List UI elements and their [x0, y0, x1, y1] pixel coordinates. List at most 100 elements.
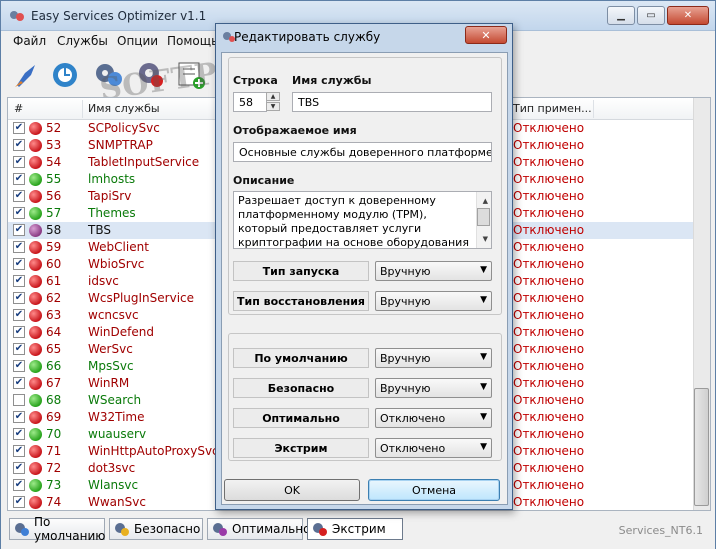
status-red-icon — [29, 292, 42, 305]
display-name-input[interactable]: Основные службы доверенного платформенно… — [233, 142, 492, 162]
row-checkbox[interactable]: ✔ — [13, 258, 25, 270]
scrollbar-thumb[interactable] — [694, 388, 709, 506]
row-checkbox[interactable]: ✔ — [13, 496, 25, 508]
rocket-icon[interactable] — [11, 59, 43, 91]
menu-help[interactable]: Помощь — [167, 34, 218, 48]
service-name-label: Имя службы — [292, 74, 372, 87]
optimal-profile-value: Отключено — [380, 412, 446, 425]
row-checkbox[interactable]: ✔ — [13, 343, 25, 355]
row-checkbox[interactable]: ✔ — [13, 326, 25, 338]
maximize-button[interactable]: ▭ — [637, 6, 665, 25]
menu-file[interactable]: Файл — [13, 34, 46, 48]
recovery-type-select[interactable]: Вручную ▼ — [375, 291, 492, 311]
row-startup-type: Отключено — [513, 291, 585, 305]
profile-default-tab[interactable]: По умолчанию — [9, 515, 105, 543]
row-checkbox[interactable]: ✔ — [13, 207, 25, 219]
row-checkbox[interactable]: ✔ — [13, 190, 25, 202]
row-number: 64 — [46, 325, 62, 339]
header-startup-type[interactable]: Тип примен... — [513, 102, 592, 115]
status-green-icon — [29, 360, 42, 373]
menu-options[interactable]: Опции — [117, 34, 158, 48]
close-button[interactable]: ✕ — [667, 6, 709, 25]
gear-icon — [313, 523, 327, 536]
row-checkbox[interactable]: ✔ — [13, 377, 25, 389]
row-input[interactable]: 58 — [233, 92, 267, 112]
status-red-icon — [29, 258, 42, 271]
safe-profile-select[interactable]: Вручную ▼ — [375, 378, 492, 398]
row-service-name: Wlansvc — [88, 478, 139, 492]
row-checkbox[interactable]: ✔ — [13, 241, 25, 253]
default-profile-select[interactable]: Вручную ▼ — [375, 348, 492, 368]
status-red-icon — [29, 411, 42, 424]
row-service-name: SCPolicySvc — [88, 121, 160, 135]
list-scrollbar[interactable] — [693, 98, 710, 510]
minimize-button[interactable]: ▁ — [607, 6, 635, 25]
row-checkbox[interactable]: ✔ — [13, 224, 25, 236]
row-spin-down[interactable]: ▼ — [266, 102, 280, 111]
startup-type-select[interactable]: Вручную ▼ — [375, 261, 492, 281]
header-number[interactable]: # — [14, 102, 23, 115]
row-startup-type: Отключено — [513, 342, 585, 356]
row-checkbox[interactable]: ✔ — [13, 428, 25, 440]
profile-bar: По умолчанию Безопасно Оптимально Экстри… — [1, 513, 715, 549]
cancel-button[interactable]: Отмена — [368, 479, 500, 501]
row-checkbox[interactable]: ✔ — [13, 445, 25, 457]
row-startup-type: Отключено — [513, 121, 585, 135]
description-textarea[interactable]: Разрешает доступ к доверенному платформе… — [233, 191, 492, 249]
row-checkbox[interactable]: ✔ — [13, 173, 25, 185]
description-text: Разрешает доступ к доверенному платформе… — [238, 194, 469, 249]
extreme-profile-select[interactable]: Отключено ▼ — [375, 438, 492, 458]
row-checkbox[interactable]: ✔ — [13, 479, 25, 491]
header-service-name[interactable]: Имя службы — [88, 102, 160, 115]
status-red-icon — [29, 309, 42, 322]
service-details-group: Строка 58 ▲ ▼ Имя службы TBS Отображаемо… — [228, 57, 502, 315]
row-checkbox[interactable]: ✔ — [13, 292, 25, 304]
dialog-close-button[interactable]: ✕ — [465, 26, 507, 44]
row-service-name: WinRM — [88, 376, 130, 390]
row-number: 55 — [46, 172, 62, 186]
recovery-type-value: Вручную — [380, 295, 431, 308]
row-startup-type: Отключено — [513, 495, 585, 509]
row-startup-type: Отключено — [513, 427, 585, 441]
row-checkbox[interactable]: ✔ — [13, 309, 25, 321]
row-checkbox[interactable]: ✔ — [13, 275, 25, 287]
row-startup-type: Отключено — [513, 155, 585, 169]
service-name-input[interactable]: TBS — [292, 92, 492, 112]
refresh-icon[interactable] — [49, 59, 81, 91]
dialog-title-bar[interactable]: Редактировать службу ✕ — [216, 24, 512, 50]
row-service-name: WinDefend — [88, 325, 154, 339]
row-checkbox[interactable] — [13, 394, 25, 406]
row-spin-up[interactable]: ▲ — [266, 92, 280, 101]
row-checkbox[interactable]: ✔ — [13, 139, 25, 151]
dialog-title: Редактировать службу — [234, 30, 381, 44]
row-service-name: W32Time — [88, 410, 145, 424]
row-service-name: lmhosts — [88, 172, 136, 186]
status-red-icon — [29, 377, 42, 390]
row-checkbox[interactable]: ✔ — [13, 156, 25, 168]
dialog-body: Строка 58 ▲ ▼ Имя службы TBS Отображаемо… — [221, 52, 508, 505]
optimal-profile-select[interactable]: Отключено ▼ — [375, 408, 492, 428]
profile-optimal-tab[interactable]: Оптимально — [207, 518, 310, 540]
row-number: 71 — [46, 444, 62, 458]
profile-extreme-tab[interactable]: Экстрим — [307, 518, 403, 540]
row-checkbox[interactable]: ✔ — [13, 122, 25, 134]
row-service-name: dot3svc — [88, 461, 136, 475]
row-number: 52 — [46, 121, 62, 135]
row-number: 61 — [46, 274, 62, 288]
ok-button[interactable]: OK — [224, 479, 360, 501]
row-checkbox[interactable]: ✔ — [13, 360, 25, 372]
profile-safe-tab[interactable]: Безопасно — [109, 518, 203, 540]
row-checkbox[interactable]: ✔ — [13, 462, 25, 474]
startup-type-value: Вручную — [380, 265, 431, 278]
row-startup-type: Отключено — [513, 478, 585, 492]
row-number: 67 — [46, 376, 62, 390]
status-green-icon — [29, 173, 42, 186]
description-scrollbar[interactable]: ▲ ▼ — [476, 192, 491, 248]
status-red-icon — [29, 445, 42, 458]
row-startup-type: Отключено — [513, 189, 585, 203]
gear-icon — [15, 523, 29, 536]
menu-services[interactable]: Службы — [57, 34, 108, 48]
row-number: 62 — [46, 291, 62, 305]
row-checkbox[interactable]: ✔ — [13, 411, 25, 423]
row-service-name: WerSvc — [88, 342, 133, 356]
